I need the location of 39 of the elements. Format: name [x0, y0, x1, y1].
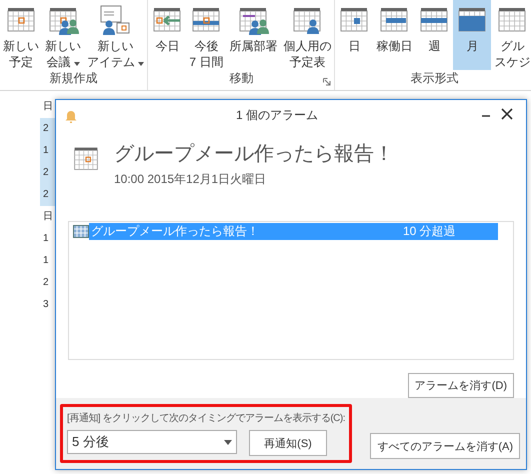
calendar-label: 2	[40, 162, 55, 184]
ribbon-button[interactable]: 新しい アイテム	[84, 0, 148, 70]
calendar-label: 2	[42, 276, 50, 290]
snooze-dropdown[interactable]: 5 分後	[67, 430, 237, 454]
ribbon-button[interactable]: 稼働日	[373, 0, 416, 70]
dismiss-button[interactable]: アラームを消す(D)	[408, 372, 514, 398]
reminder-subject: グループメール作ったら報告！	[114, 142, 394, 168]
ribbon-button[interactable]: 新しい 予定	[0, 0, 42, 70]
ribbon-button[interactable]: 所属部署	[226, 0, 280, 70]
calendar-label: 日	[42, 100, 54, 114]
calendar-label: 1	[40, 140, 55, 162]
envelope-person-icon	[100, 4, 132, 36]
group-label: 移動	[228, 70, 254, 87]
ribbon-button[interactable]: 日	[335, 0, 374, 70]
calendar-label: 2	[40, 184, 55, 206]
group-label: 表示形式	[409, 70, 460, 87]
ribbon-button[interactable]: 個人用の 予定表	[280, 0, 334, 70]
ribbon-button[interactable]: 今日	[148, 0, 186, 70]
launcher-icon[interactable]	[323, 78, 332, 86]
calendar-icon	[73, 224, 89, 238]
bell-icon	[64, 108, 78, 123]
calendar-label: 1	[42, 254, 50, 268]
ribbon-button[interactable]: グル スケジ	[491, 0, 531, 70]
calendar-label: 日	[42, 210, 54, 224]
ribbon-button[interactable]: 月	[453, 0, 492, 70]
caret-icon	[224, 440, 232, 444]
dismiss-all-button[interactable]: すべてのアラームを消す(A)	[370, 433, 520, 459]
ribbon-button[interactable]: 今後 7 日間	[186, 0, 226, 70]
calendar-label: 3	[42, 298, 50, 312]
snooze-label: [再通知] をクリックして次のタイミングでアラームを表示する(C):	[67, 412, 345, 425]
calendar-label: 2	[40, 118, 55, 140]
reminder-time: 10:00 2015年12月1日火曜日	[114, 171, 268, 188]
close-icon	[501, 108, 513, 120]
window-title: 1 個のアラーム	[234, 107, 319, 124]
group-label: 新規作成	[48, 70, 99, 87]
calendar-label: 1	[42, 232, 50, 246]
ribbon-button[interactable]: 新しい 会議	[42, 0, 84, 70]
snooze-button[interactable]: 再通知(S)	[249, 430, 327, 456]
ribbon-button[interactable]: 週	[415, 0, 454, 70]
